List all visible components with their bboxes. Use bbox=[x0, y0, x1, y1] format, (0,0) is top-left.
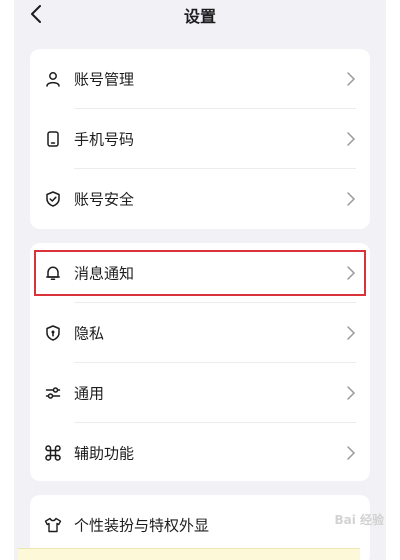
chevron-left-icon bbox=[31, 5, 41, 23]
back-button[interactable] bbox=[24, 1, 48, 27]
chevron-right-icon bbox=[347, 191, 356, 206]
shirt-icon bbox=[44, 516, 62, 534]
chevron-right-icon bbox=[347, 325, 356, 340]
nav-header: 设置 bbox=[14, 0, 386, 30]
row-label: 辅助功能 bbox=[74, 444, 135, 462]
shield-check-icon bbox=[44, 190, 62, 208]
row-accessibility[interactable]: 辅助功能 bbox=[30, 423, 370, 482]
left-edge bbox=[0, 0, 14, 560]
watermark: Bai 经验 bbox=[334, 511, 384, 528]
sliders-icon bbox=[44, 384, 62, 402]
chevron-right-icon bbox=[347, 131, 356, 146]
shield-lock-icon bbox=[44, 324, 62, 342]
watermark-text: Bai 经验 bbox=[334, 513, 384, 527]
chevron-right-icon bbox=[347, 445, 356, 460]
bottom-banner bbox=[18, 548, 360, 560]
row-label: 账号安全 bbox=[74, 190, 135, 208]
highlight-annotation bbox=[34, 250, 366, 296]
row-label: 通用 bbox=[74, 384, 105, 402]
row-label: 账号管理 bbox=[74, 70, 135, 88]
row-label: 手机号码 bbox=[74, 130, 135, 148]
row-general[interactable]: 通用 bbox=[30, 363, 370, 422]
user-icon bbox=[44, 70, 62, 88]
right-edge bbox=[386, 0, 400, 560]
chevron-right-icon bbox=[347, 71, 356, 86]
page-title: 设置 bbox=[183, 7, 216, 26]
phone-icon bbox=[44, 130, 62, 148]
row-label: 隐私 bbox=[74, 324, 105, 342]
row-label: 个性装扮与特权外显 bbox=[74, 516, 210, 534]
row-account-security[interactable]: 账号安全 bbox=[30, 169, 370, 228]
row-personalization[interactable]: 个性装扮与特权外显 bbox=[30, 495, 370, 554]
row-privacy[interactable]: 隐私 bbox=[30, 303, 370, 362]
account-group: 账号管理 手机号码 账号安全 bbox=[30, 49, 370, 229]
row-phone-number[interactable]: 手机号码 bbox=[30, 109, 370, 168]
row-account-management[interactable]: 账号管理 bbox=[30, 49, 370, 108]
chevron-right-icon bbox=[347, 385, 356, 400]
command-icon bbox=[44, 444, 62, 462]
